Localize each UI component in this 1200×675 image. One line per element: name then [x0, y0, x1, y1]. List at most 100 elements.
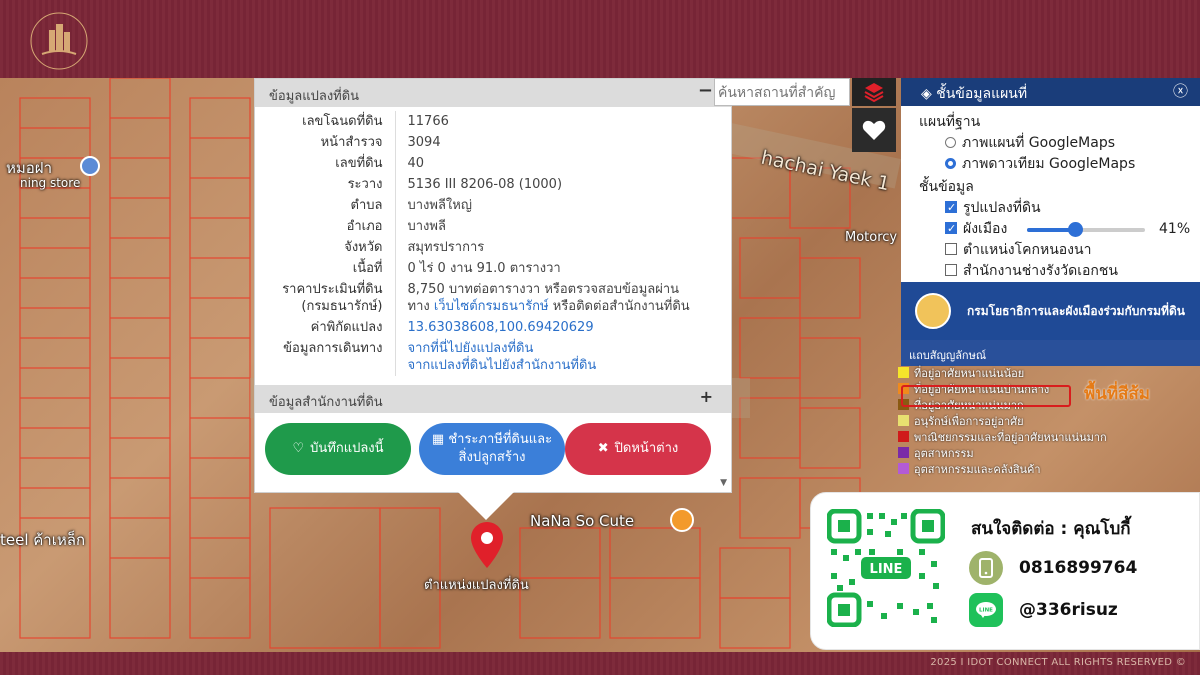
map-label-steel: teel ค้าเหล็ก	[0, 531, 86, 549]
pay-tax-button[interactable]: ▦ ชำระภาษีที่ดินและ สิ่งปลูกสร้าง	[419, 423, 565, 475]
office-title: ข้อมูลสำนักงานที่ดิน	[269, 395, 383, 410]
line-row[interactable]: LINE @336risuz	[969, 593, 1118, 627]
layers-button[interactable]	[852, 78, 896, 106]
checkbox-private-surveyors[interactable]	[945, 264, 957, 276]
info-value: สมุทรปราการ	[407, 240, 485, 255]
parcel-marker-icon[interactable]	[471, 522, 503, 568]
info-row: จังหวัด สมุทรปราการ	[255, 237, 731, 258]
info-key: หน้าสำรวจ	[255, 132, 396, 153]
shop-pin-icon[interactable]	[670, 508, 694, 532]
price-key: ราคาประเมินที่ดิน (กรมธนารักษ์)	[255, 279, 396, 317]
base-option-satellite[interactable]: ภาพดาวเทียม GoogleMaps	[919, 154, 1200, 175]
legend-swatch	[898, 447, 909, 458]
legend-swatch	[898, 463, 909, 474]
route-to-parcel-link[interactable]: จากที่นี่ไปยังแปลงที่ดิน	[408, 341, 534, 356]
info-value: 40	[407, 156, 425, 171]
phone-row[interactable]: 0816899764	[969, 551, 1137, 585]
highlight-box	[901, 385, 1071, 407]
info-key: เลขโฉนดที่ดิน	[255, 111, 396, 132]
qr-code-icon: ▦	[431, 432, 449, 447]
heart-outline-icon: ♡	[292, 441, 305, 456]
layers-panel-header: ◈ ชั้นข้อมูลแผนที่ ⓧ	[901, 78, 1200, 106]
route-to-office-link[interactable]: จากแปลงที่ดินไปยังสำนักงานที่ดิน	[408, 358, 597, 373]
info-key: อำเภอ	[255, 216, 396, 237]
opacity-slider[interactable]	[1027, 222, 1145, 237]
layers-icon	[864, 83, 884, 103]
idot-logo-icon	[30, 12, 88, 70]
info-key: ระวาง	[255, 174, 396, 195]
layer-private-surveyors[interactable]: สำนักงานช่างรังวัดเอกชน	[919, 261, 1200, 282]
land-info-table: เลขโฉนดที่ดิน 11766 หน้าสำรวจ 3094 เลขที่ดิน…	[255, 111, 731, 376]
coord-link[interactable]: 13.63038608,100.69420629	[408, 320, 594, 335]
popup-pointer	[458, 492, 514, 520]
layer-khok-nong-na[interactable]: ตำแหน่งโคกหนองนา	[919, 240, 1200, 261]
contact-card: LINE สนใจติดต่อ : คุณโบกี้ 0816899764 LI…	[810, 492, 1200, 650]
heart-icon	[862, 120, 886, 140]
data-layer-title: ชั้นข้อมูล	[919, 179, 974, 195]
info-value: 3094	[407, 135, 441, 150]
radio-map[interactable]	[945, 137, 956, 148]
legend-item: อนุรักษ์เพื่อการอยู่อาศัย	[898, 414, 1098, 430]
info-row: เลขที่ดิน 40	[255, 153, 731, 174]
checkbox-parcels[interactable]	[945, 197, 957, 218]
base-option-map[interactable]: ภาพแผนที่ GoogleMaps	[919, 133, 1200, 154]
layer-city-plan[interactable]: ผังเมือง 41%	[919, 218, 1200, 240]
map-layers-panel: ◈ ชั้นข้อมูลแผนที่ ⓧ แผนที่ฐาน ภาพแผนที่…	[901, 78, 1200, 282]
scroll-down-icon[interactable]: ▼	[720, 478, 727, 488]
info-key: เลขที่ดิน	[255, 153, 396, 174]
info-key: จังหวัด	[255, 237, 396, 258]
popup-header: ข้อมูลแปลงที่ดิน −	[255, 79, 731, 107]
legend-swatch	[898, 431, 909, 442]
checkbox-khok-nong-na[interactable]	[945, 243, 957, 255]
favorites-button[interactable]	[852, 108, 896, 152]
legend-swatch	[898, 415, 909, 426]
department-name: กรมโยธาธิการและผังเมืองร่วมกับกรมที่ดิน	[967, 303, 1185, 318]
map-label-store: ning store	[20, 176, 81, 190]
info-row: อำเภอ บางพลี	[255, 216, 731, 237]
save-parcel-button[interactable]: ♡ บันทึกแปลงนี้	[265, 423, 411, 475]
layers-small-icon: ◈	[921, 86, 937, 102]
close-window-button[interactable]: ✖ ปิดหน้าต่าง	[565, 423, 711, 475]
orange-zone-annotation: พื้นที่สีส้ม	[1084, 384, 1150, 404]
legend-item: อุตสาหกรรม	[898, 446, 1098, 462]
info-row: ระวาง 5136 III 8206-08 (1000)	[255, 174, 731, 195]
collapse-button[interactable]: −	[698, 80, 713, 101]
info-row: หน้าสำรวจ 3094	[255, 132, 731, 153]
info-row: เลขโฉนดที่ดิน 11766	[255, 111, 731, 132]
parcel-marker-label: ตำแหน่งแปลงที่ดิน	[424, 578, 529, 593]
treasury-website-link[interactable]: เว็บไซต์กรมธนารักษ์	[434, 299, 549, 314]
copyright-text: 2025 I IDOT CONNECT ALL RIGHTS RESERVED …	[930, 657, 1186, 668]
slider-knob[interactable]	[1068, 222, 1084, 237]
legend-header: แถบสัญญลักษณ์	[901, 340, 1200, 366]
info-value: 0 ไร่ 0 งาน 91.0 ตารางวา	[407, 261, 561, 276]
close-layers-button[interactable]: ⓧ	[1173, 80, 1188, 101]
checkbox-city-plan[interactable]	[945, 218, 957, 239]
legend-item: พาณิชยกรรมและที่อยู่อาศัยหนาแน่นมาก	[898, 430, 1107, 446]
info-value: บางพลี	[407, 219, 446, 234]
legend-item: อุตสาหกรรมและคลังสินค้า	[898, 462, 1098, 478]
info-value: บางพลีใหญ่	[407, 198, 472, 213]
opacity-value: 41%	[1159, 221, 1191, 237]
phone-icon	[969, 551, 1003, 585]
info-value: 5136 III 8206-08 (1000)	[407, 177, 563, 192]
info-key: ตำบล	[255, 195, 396, 216]
top-banner	[0, 0, 1200, 78]
radio-satellite[interactable]	[945, 158, 956, 169]
office-section-header[interactable]: ข้อมูลสำนักงานที่ดิน +	[255, 385, 731, 413]
phone-number: 0816899764	[1019, 558, 1138, 578]
department-seal-icon	[915, 293, 951, 329]
contact-title: สนใจติดต่อ : คุณโบกี้	[971, 519, 1131, 539]
popup-title: ข้อมูลแปลงที่ดิน	[269, 89, 360, 104]
coord-key: ค่าพิกัดแปลง	[255, 317, 396, 338]
expand-button[interactable]: +	[700, 387, 713, 406]
info-value: 11766	[407, 114, 449, 129]
close-icon: ✖	[597, 441, 609, 456]
search-input[interactable]	[714, 78, 850, 106]
legend-swatch	[898, 367, 909, 378]
legend-item: ที่อยู่อาศัยหนาแน่นน้อย	[898, 366, 1098, 382]
store-pin-icon[interactable]	[80, 156, 100, 176]
price-value: 8,750 บาทต่อตารางวา หรือตรวจสอบข้อมูลผ่า…	[407, 282, 690, 314]
land-info-popup: ข้อมูลแปลงที่ดิน − เลขโฉนดที่ดิน 11766 หน้…	[254, 78, 732, 493]
layer-parcels[interactable]: รูปแปลงที่ดิน	[919, 197, 1200, 219]
line-qr-code[interactable]: LINE	[827, 509, 945, 627]
